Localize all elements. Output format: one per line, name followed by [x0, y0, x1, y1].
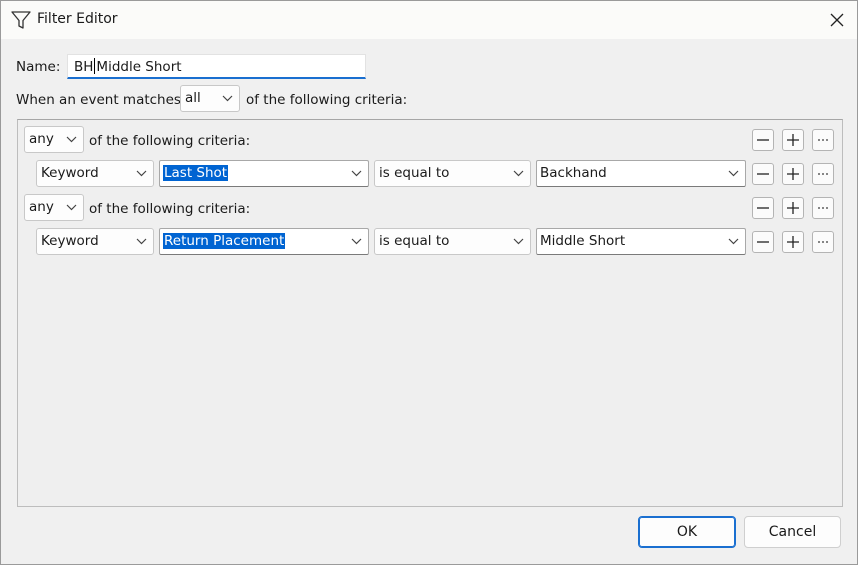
group-match-select[interactable]: any: [24, 194, 84, 221]
match-suffix-label: of the following criteria:: [246, 92, 408, 108]
ellipsis-icon: [818, 207, 828, 209]
ellipsis-icon: [818, 139, 828, 141]
close-button[interactable]: [819, 3, 855, 37]
group-suffix-label: of the following criteria:: [89, 133, 251, 149]
chevron-down-icon: [136, 238, 147, 245]
remove-rule-button[interactable]: [752, 231, 774, 253]
rule-type-value: Keyword: [41, 165, 99, 181]
add-group-button[interactable]: [782, 197, 804, 219]
chevron-down-icon: [222, 95, 233, 102]
minus-icon: [757, 173, 769, 175]
rule-operator-select[interactable]: is equal to: [374, 228, 531, 255]
remove-rule-button[interactable]: [752, 163, 774, 185]
filter-editor-dialog: Filter Editor Name: BH Middle Short When …: [0, 0, 858, 565]
criteria-panel: any of the following criteria: Keyword L…: [17, 119, 843, 507]
match-all-select[interactable]: all: [180, 85, 240, 112]
rule-value-combo[interactable]: Middle Short: [536, 228, 746, 255]
rule-field-value: Return Placement: [163, 233, 286, 249]
minus-icon: [757, 139, 769, 141]
cancel-button[interactable]: Cancel: [744, 516, 841, 548]
name-label: Name:: [16, 59, 61, 75]
chevron-down-icon: [351, 170, 362, 177]
add-rule-button[interactable]: [782, 163, 804, 185]
chevron-down-icon: [728, 238, 739, 245]
title-bar: Filter Editor: [1, 1, 857, 39]
chevron-down-icon: [728, 170, 739, 177]
ellipsis-icon: [818, 173, 828, 175]
window-title: Filter Editor: [37, 11, 118, 27]
chevron-down-icon: [351, 238, 362, 245]
group-more-button[interactable]: [812, 197, 834, 219]
rule-field-value: Last Shot: [163, 165, 229, 181]
rule-more-button[interactable]: [812, 231, 834, 253]
rule-value-text: Backhand: [540, 165, 607, 181]
plus-icon: [787, 168, 799, 180]
rule-value-text: Middle Short: [540, 233, 626, 249]
group-more-button[interactable]: [812, 129, 834, 151]
chevron-down-icon: [513, 238, 524, 245]
ellipsis-icon: [818, 241, 828, 243]
rule-operator-select[interactable]: is equal to: [374, 160, 531, 187]
close-icon: [830, 13, 844, 27]
group-suffix-label: of the following criteria:: [89, 201, 251, 217]
match-select-value: all: [185, 90, 201, 106]
rule-type-select[interactable]: Keyword: [36, 160, 154, 187]
rule-type-value: Keyword: [41, 233, 99, 249]
minus-icon: [757, 207, 769, 209]
rule-operator-value: is equal to: [379, 165, 450, 181]
name-value-part2: Middle Short: [96, 59, 182, 75]
group-match-select[interactable]: any: [24, 126, 84, 153]
name-input[interactable]: BH Middle Short: [67, 54, 366, 79]
rule-value-combo[interactable]: Backhand: [536, 160, 746, 187]
remove-group-button[interactable]: [752, 197, 774, 219]
ok-button[interactable]: OK: [638, 516, 736, 548]
chevron-down-icon: [136, 170, 147, 177]
rule-operator-value: is equal to: [379, 233, 450, 249]
group-match-value: any: [29, 199, 54, 215]
rule-more-button[interactable]: [812, 163, 834, 185]
match-prefix-label: When an event matches: [16, 92, 181, 108]
rule-field-combo[interactable]: Last Shot: [159, 160, 369, 187]
name-value-part1: BH: [74, 59, 94, 75]
plus-icon: [787, 236, 799, 248]
plus-icon: [787, 202, 799, 214]
rule-type-select[interactable]: Keyword: [36, 228, 154, 255]
funnel-icon: [10, 9, 32, 31]
rule-field-combo[interactable]: Return Placement: [159, 228, 369, 255]
chevron-down-icon: [66, 204, 77, 211]
remove-group-button[interactable]: [752, 129, 774, 151]
chevron-down-icon: [513, 170, 524, 177]
add-rule-button[interactable]: [782, 231, 804, 253]
chevron-down-icon: [66, 136, 77, 143]
add-group-button[interactable]: [782, 129, 804, 151]
group-match-value: any: [29, 131, 54, 147]
plus-icon: [787, 134, 799, 146]
minus-icon: [757, 241, 769, 243]
